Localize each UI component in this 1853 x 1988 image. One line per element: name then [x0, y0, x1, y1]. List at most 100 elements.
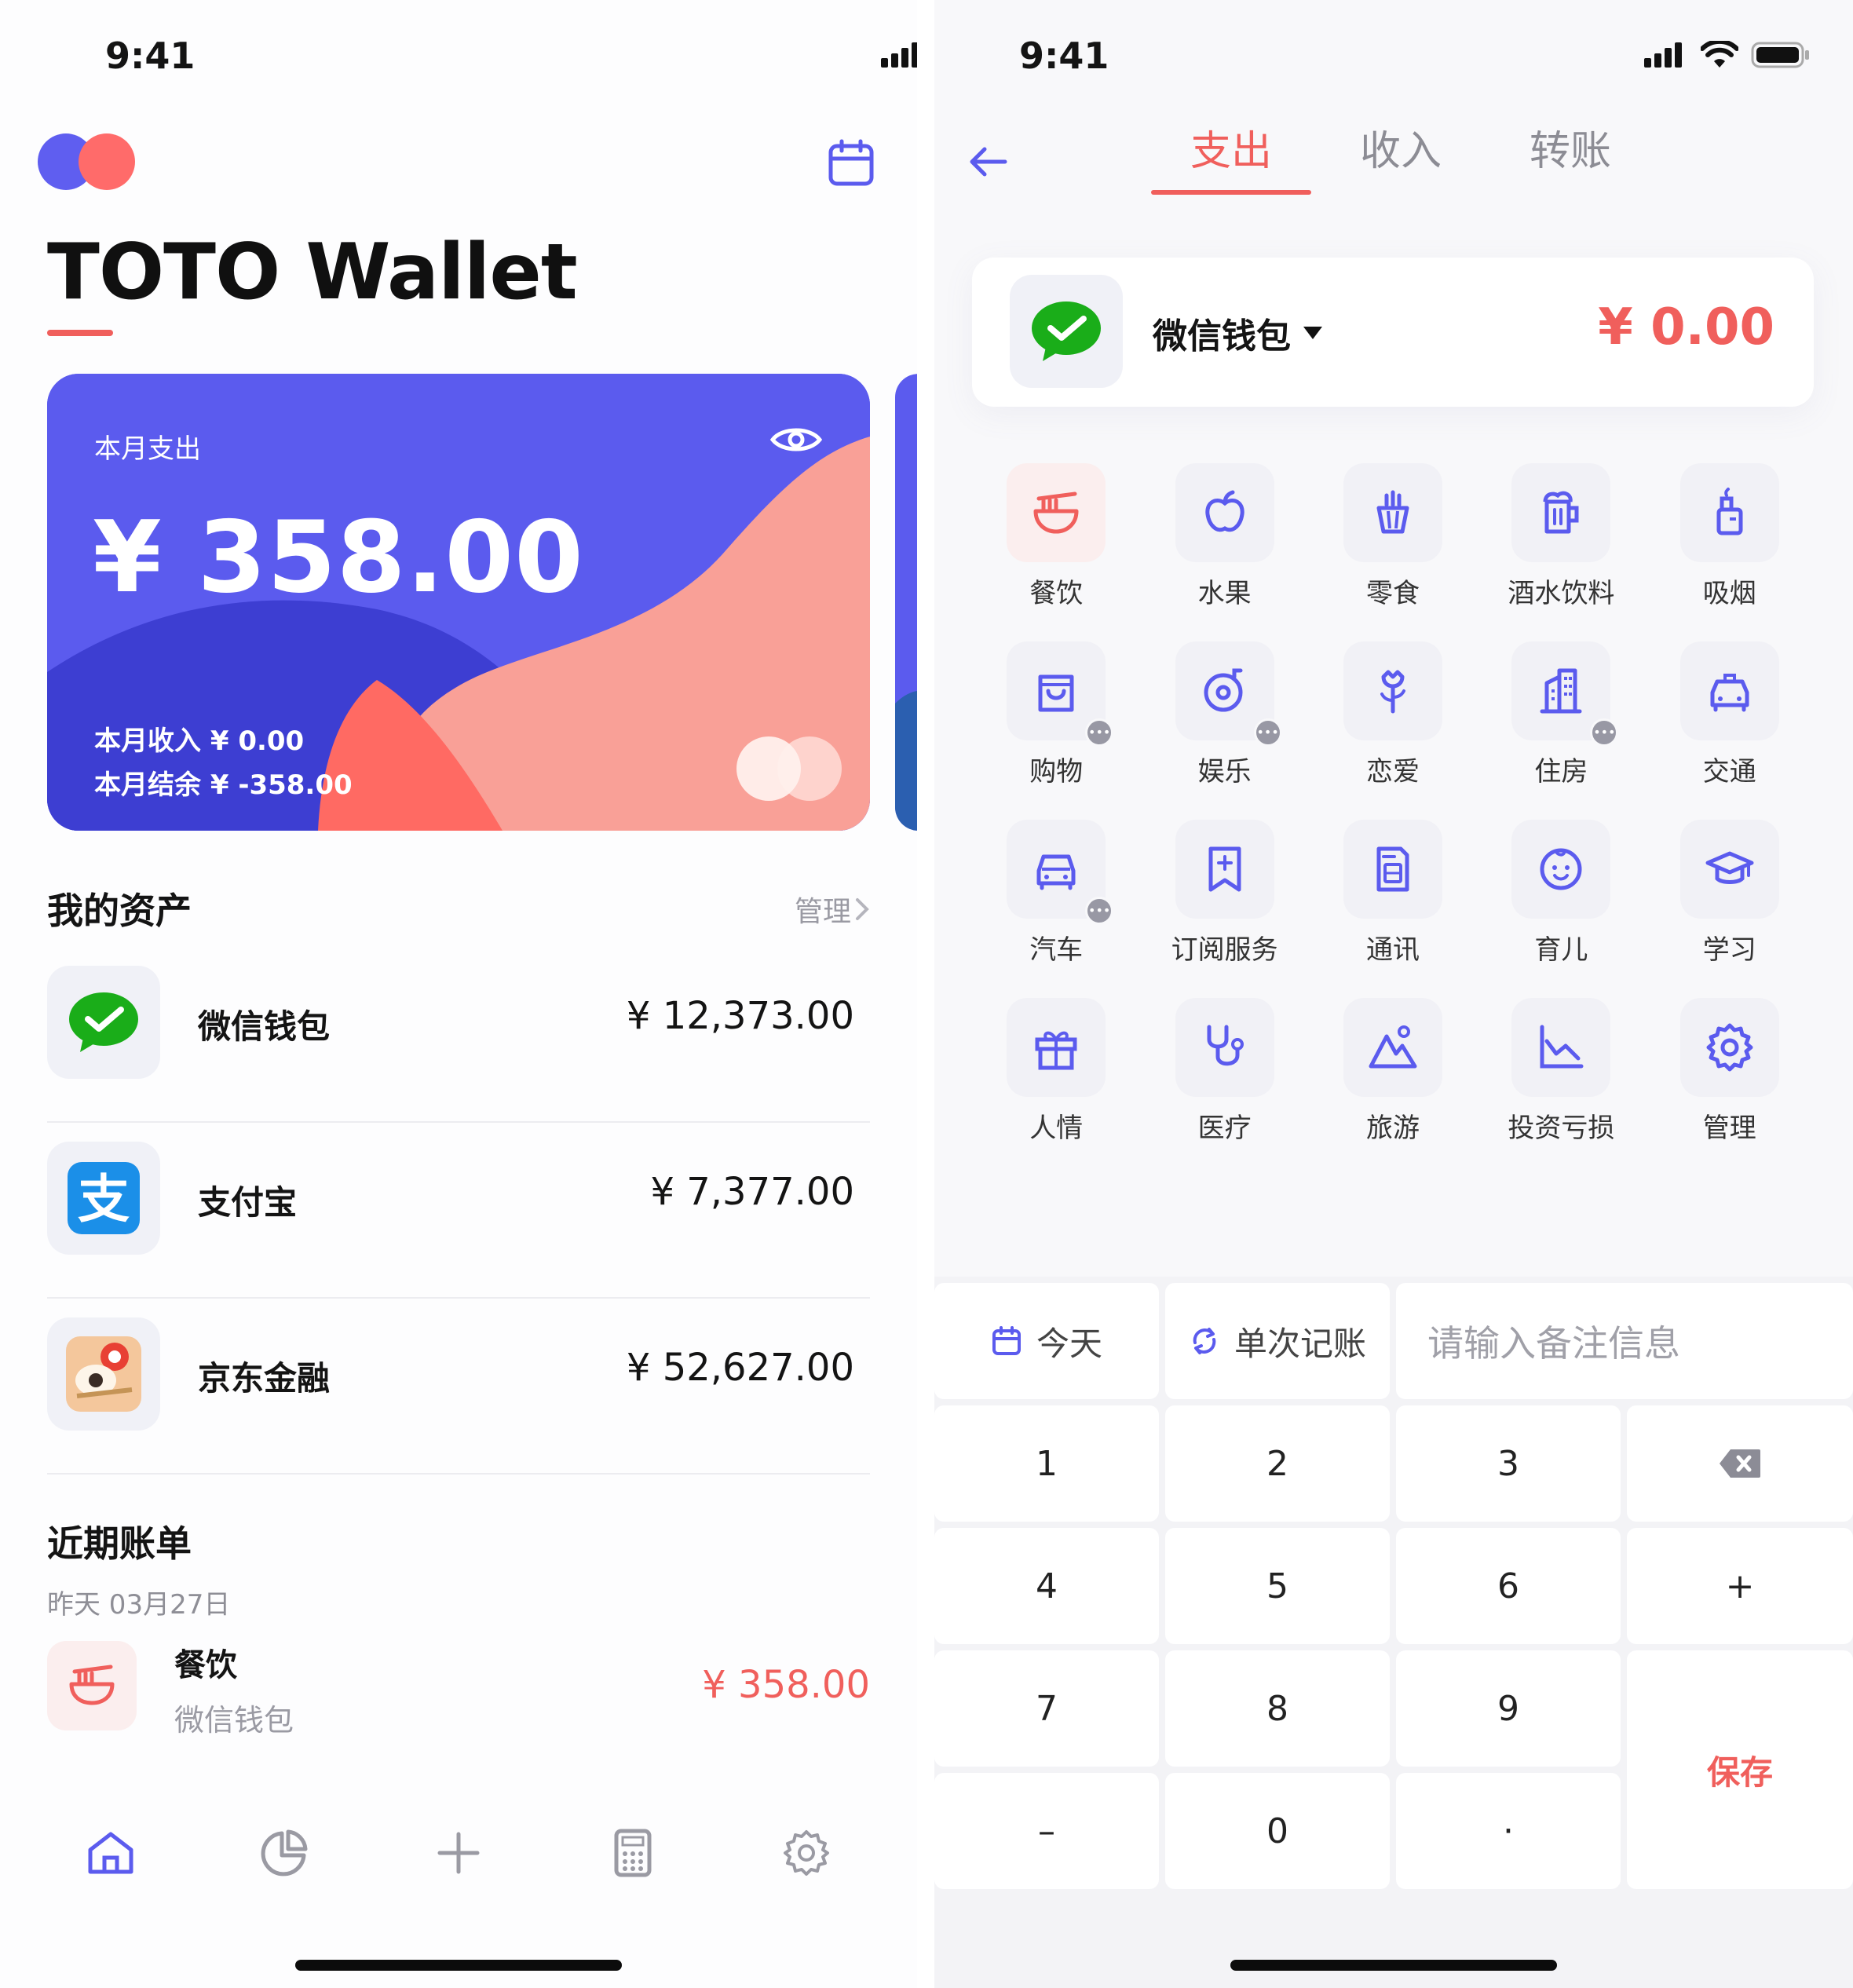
key-5[interactable]: 5 [1165, 1528, 1390, 1644]
card-label: 本月支出 [94, 433, 201, 465]
category-item[interactable]: 交通 [1646, 641, 1814, 788]
category-item[interactable]: 零食 [1309, 463, 1477, 610]
category-item[interactable]: 育儿 [1477, 820, 1645, 967]
entry-amount: ¥ 0.00 [1598, 298, 1774, 356]
repeat-mode-button[interactable]: 单次记账 [1165, 1283, 1390, 1399]
asset-row-jd[interactable]: 京东金融 ¥ 52,627.00 [47, 1297, 870, 1475]
key-6[interactable]: 6 [1396, 1528, 1621, 1644]
category-item[interactable]: 医疗 [1140, 998, 1308, 1145]
shopping-bag-icon: ••• [1007, 641, 1114, 747]
gear-icon [1679, 998, 1779, 1097]
category-item[interactable]: 吸烟 [1646, 463, 1814, 610]
tab-home[interactable] [79, 1822, 142, 1884]
tab-income[interactable]: 收入 [1316, 118, 1486, 195]
category-label: 酒水饮料 [1508, 578, 1615, 609]
battery-icon [1751, 42, 1809, 68]
tab-expense[interactable]: 支出 [1146, 118, 1316, 195]
category-item[interactable]: 通讯 [1309, 820, 1477, 967]
key-7[interactable]: 7 [934, 1650, 1159, 1767]
next-card-peek[interactable] [895, 374, 917, 831]
repeat-label: 单次记账 [1234, 1324, 1366, 1363]
key-9[interactable]: 9 [1396, 1650, 1621, 1767]
baby-face-icon [1511, 820, 1611, 919]
category-item[interactable]: 学习 [1646, 820, 1814, 967]
monthly-expense-card[interactable]: 本月支出 ¥ 358.00 本月收入 ¥ 0.00 本月结余 ¥ -358.00 [47, 374, 870, 831]
key-dot[interactable]: · [1396, 1773, 1621, 1889]
category-label: 购物 [1029, 756, 1084, 788]
category-item[interactable]: 人情 [972, 998, 1140, 1145]
asset-row-alipay[interactable]: 支 支付宝 ¥ 7,377.00 [47, 1121, 870, 1299]
category-item[interactable]: 订阅服务 [1140, 820, 1308, 967]
tab-transfer[interactable]: 转账 [1486, 118, 1655, 195]
eye-icon[interactable] [769, 422, 823, 457]
category-item[interactable]: 投资亏损 [1477, 998, 1645, 1145]
tab-add[interactable] [427, 1822, 490, 1884]
category-label: 人情 [1029, 1113, 1084, 1144]
key-4[interactable]: 4 [934, 1528, 1159, 1644]
key-1[interactable]: 1 [934, 1405, 1159, 1522]
building-icon: ••• [1511, 641, 1619, 747]
backspace-button[interactable] [1627, 1405, 1853, 1522]
category-item[interactable]: 恋爱 [1309, 641, 1477, 788]
status-icons [1644, 41, 1811, 69]
category-item[interactable]: ••• 汽车 [972, 820, 1140, 967]
calculator-icon [614, 1829, 652, 1877]
plus-icon [437, 1832, 480, 1874]
asset-value: ¥ 7,377.00 [650, 1170, 854, 1214]
category-item[interactable]: ••• 住房 [1477, 641, 1645, 788]
category-item[interactable]: 旅游 [1309, 998, 1477, 1145]
record-type-tabs: 支出 收入 转账 [1146, 118, 1655, 195]
back-arrow-icon[interactable] [966, 140, 1010, 184]
manage-assets-link[interactable]: 管理 [795, 889, 870, 930]
account-selector-card[interactable]: 微信钱包 ¥ 0.00 [972, 258, 1814, 407]
backspace-icon [1720, 1449, 1760, 1478]
category-label: 订阅服务 [1171, 934, 1278, 966]
category-item[interactable]: 管理 [1646, 998, 1814, 1145]
key-0[interactable]: 0 [1165, 1773, 1390, 1889]
key-8[interactable]: 8 [1165, 1650, 1390, 1767]
date-label: 今天 [1036, 1324, 1102, 1363]
category-label: 餐饮 [1029, 578, 1084, 609]
key-minus[interactable]: – [934, 1773, 1159, 1889]
more-dots-icon[interactable]: ••• [1085, 897, 1114, 925]
asset-name: 京东金融 [198, 1359, 331, 1398]
more-dots-icon[interactable]: ••• [1085, 718, 1114, 747]
bottom-tab-bar [0, 1822, 917, 1884]
home-icon [88, 1832, 133, 1874]
refresh-icon [1193, 1328, 1216, 1354]
status-time: 9:41 [1019, 35, 1109, 77]
category-label: 育儿 [1534, 934, 1588, 966]
key-3[interactable]: 3 [1396, 1405, 1621, 1522]
status-icons [881, 41, 917, 69]
wechat-icon [47, 966, 160, 1079]
calendar-icon[interactable] [826, 138, 876, 188]
bill-category: 餐饮 [174, 1647, 237, 1683]
chevron-right-icon [856, 898, 869, 920]
date-picker-button[interactable]: 今天 [934, 1283, 1159, 1399]
more-dots-icon[interactable]: ••• [1253, 718, 1282, 747]
category-label: 医疗 [1197, 1113, 1252, 1144]
tab-statistics[interactable] [253, 1822, 316, 1884]
tab-settings[interactable] [775, 1822, 838, 1884]
category-label: 投资亏损 [1508, 1113, 1615, 1144]
memo-input[interactable]: 请输入备注信息 [1396, 1283, 1853, 1399]
category-label: 学习 [1702, 934, 1756, 966]
more-dots-icon[interactable]: ••• [1590, 718, 1619, 747]
gear-icon [784, 1830, 830, 1876]
bill-date: 昨天 03月27日 [47, 1589, 231, 1621]
category-item[interactable]: 餐饮 [972, 463, 1140, 610]
category-label: 管理 [1702, 1113, 1756, 1144]
account-dropdown[interactable]: 微信钱包 [1153, 308, 1324, 358]
asset-row-wechat[interactable]: 微信钱包 ¥ 12,373.00 [47, 945, 870, 1123]
category-item[interactable]: 酒水饮料 [1477, 463, 1645, 610]
key-plus[interactable]: + [1627, 1528, 1853, 1644]
tab-calculator[interactable] [601, 1822, 664, 1884]
graduation-cap-icon [1679, 820, 1779, 919]
key-2[interactable]: 2 [1165, 1405, 1390, 1522]
category-item[interactable]: 水果 [1140, 463, 1308, 610]
category-item[interactable]: ••• 购物 [972, 641, 1140, 788]
keypad: 今天 单次记账 请输入备注信息 1 2 3 4 5 6 + 7 8 9 保存 –… [934, 1277, 1853, 1988]
category-item[interactable]: ••• 娱乐 [1140, 641, 1308, 788]
save-button[interactable]: 保存 [1627, 1650, 1853, 1889]
car-icon: ••• [1007, 820, 1114, 925]
